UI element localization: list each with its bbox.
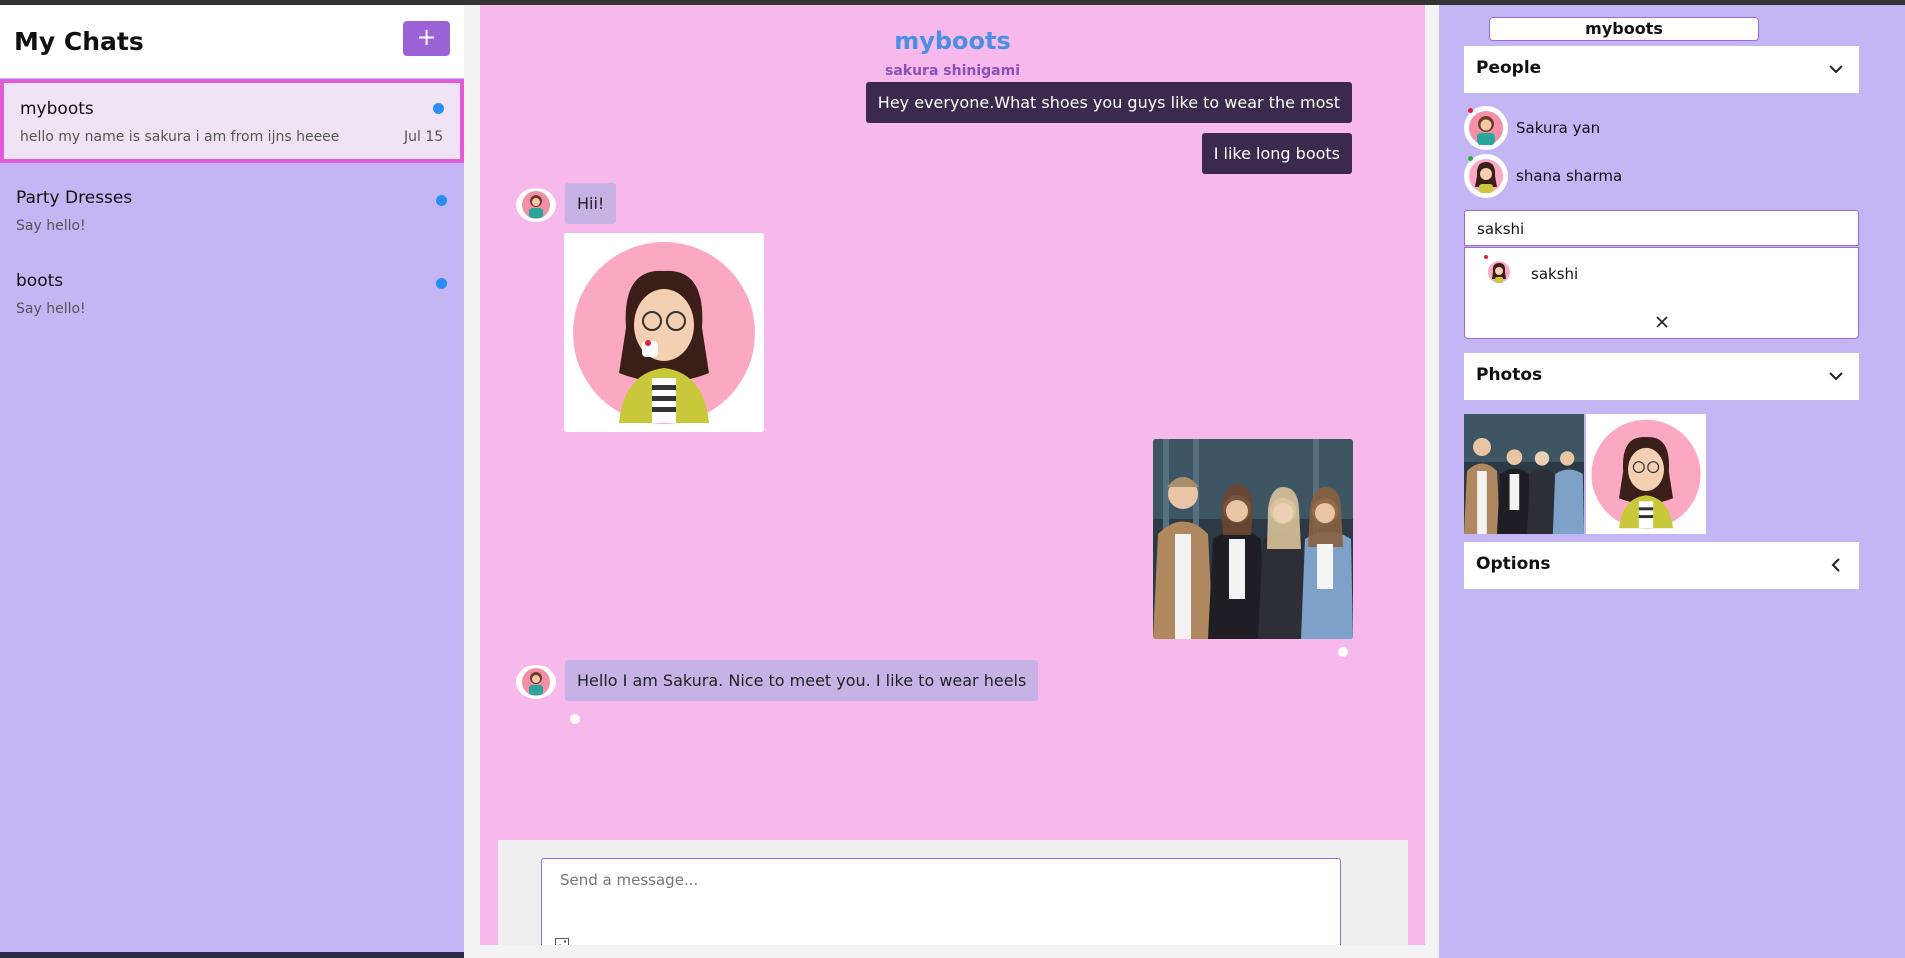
composer-area: Send a message... [498,840,1408,958]
read-receipt-avatar [1338,647,1348,657]
search-input-value: sakshi [1477,220,1525,238]
left-bottom-bar [0,952,464,958]
message-incoming: Hello I am Sakura. Nice to meet you. I l… [565,660,1039,701]
photos-accordion-title: Photos [1476,365,1543,385]
add-person-search-input[interactable]: sakshi [1464,210,1859,246]
status-dot [1484,255,1488,259]
chat-name-input[interactable]: myboots [1489,17,1759,41]
new-chat-button[interactable]: + [403,21,450,56]
search-result-avatar [1485,258,1513,286]
chevron-down-icon [1829,372,1843,381]
chat-feed: myboots sakura shinigami Hey everyone.Wh… [480,5,1425,958]
sender-avatar [516,665,556,699]
search-result-item[interactable]: sakshi [1484,255,1845,288]
photo-thumbnail-avatar[interactable] [1586,414,1706,534]
panel-divider [464,5,480,958]
person-row[interactable]: shana sharma [1464,154,1859,198]
chat-list-header: My Chats + [0,5,464,78]
chevron-down-icon [1829,65,1843,74]
search-results-dropdown: sakshi [1464,247,1859,339]
close-icon[interactable] [1655,315,1669,329]
photos-accordion[interactable]: Photos [1464,353,1859,400]
chat-settings-panel: myboots People Sakura yan shana sharma s… [1439,5,1905,958]
horizontal-scrollbar[interactable] [480,945,1425,958]
photo-thumbnail-group[interactable] [1464,414,1584,534]
options-accordion[interactable]: Options [1464,542,1859,589]
chat-subtitle: sakura shinigami [884,63,1020,79]
chat-card-name: Party Dresses [16,188,133,208]
chat-card-boots[interactable]: boots Say hello! [0,254,464,338]
chat-card-name: boots [16,271,64,291]
chat-card-preview: Say hello! [16,218,86,234]
person-name: shana sharma [1516,167,1623,185]
chat-card-name: myboots [20,99,94,119]
chat-card-preview: hello my name is sakura i am from ijns h… [20,129,340,145]
sender-avatar [516,188,556,222]
message-outgoing: Hey everyone.What shoes you guys like to… [865,82,1352,123]
search-result-name: sakshi [1531,265,1579,283]
unread-dot [436,278,447,289]
message-incoming: Hii! [565,183,617,224]
chat-title: myboots [894,27,1011,55]
status-dot [1468,108,1473,113]
unread-dot [433,103,444,114]
options-accordion-title: Options [1476,554,1551,574]
chat-card-party-dresses[interactable]: Party Dresses Say hello! [0,171,464,255]
message-outgoing: I like long boots [1201,133,1352,174]
person-name: Sakura yan [1516,119,1601,137]
people-accordion[interactable]: People [1464,46,1859,93]
unread-dot [436,195,447,206]
message-input[interactable]: Send a message... [541,858,1341,958]
chat-list-panel: My Chats + myboots hello my name is saku… [0,5,464,958]
status-dot [1468,156,1473,161]
message-image-group-photo[interactable] [1153,439,1353,639]
read-receipt-avatar [570,714,580,724]
vertical-scrollbar[interactable] [1425,5,1439,958]
chat-card-myboots[interactable]: myboots hello my name is sakura i am fro… [0,79,464,163]
message-input-placeholder: Send a message... [560,871,699,889]
chat-card-preview: Say hello! [16,301,86,317]
person-row[interactable]: Sakura yan [1464,106,1859,150]
chat-list-title: My Chats [14,27,144,56]
people-accordion-title: People [1476,58,1542,78]
chevron-left-icon [1831,558,1840,572]
message-image-avatar[interactable] [564,233,764,432]
chat-card-date: Jul 15 [404,129,444,145]
